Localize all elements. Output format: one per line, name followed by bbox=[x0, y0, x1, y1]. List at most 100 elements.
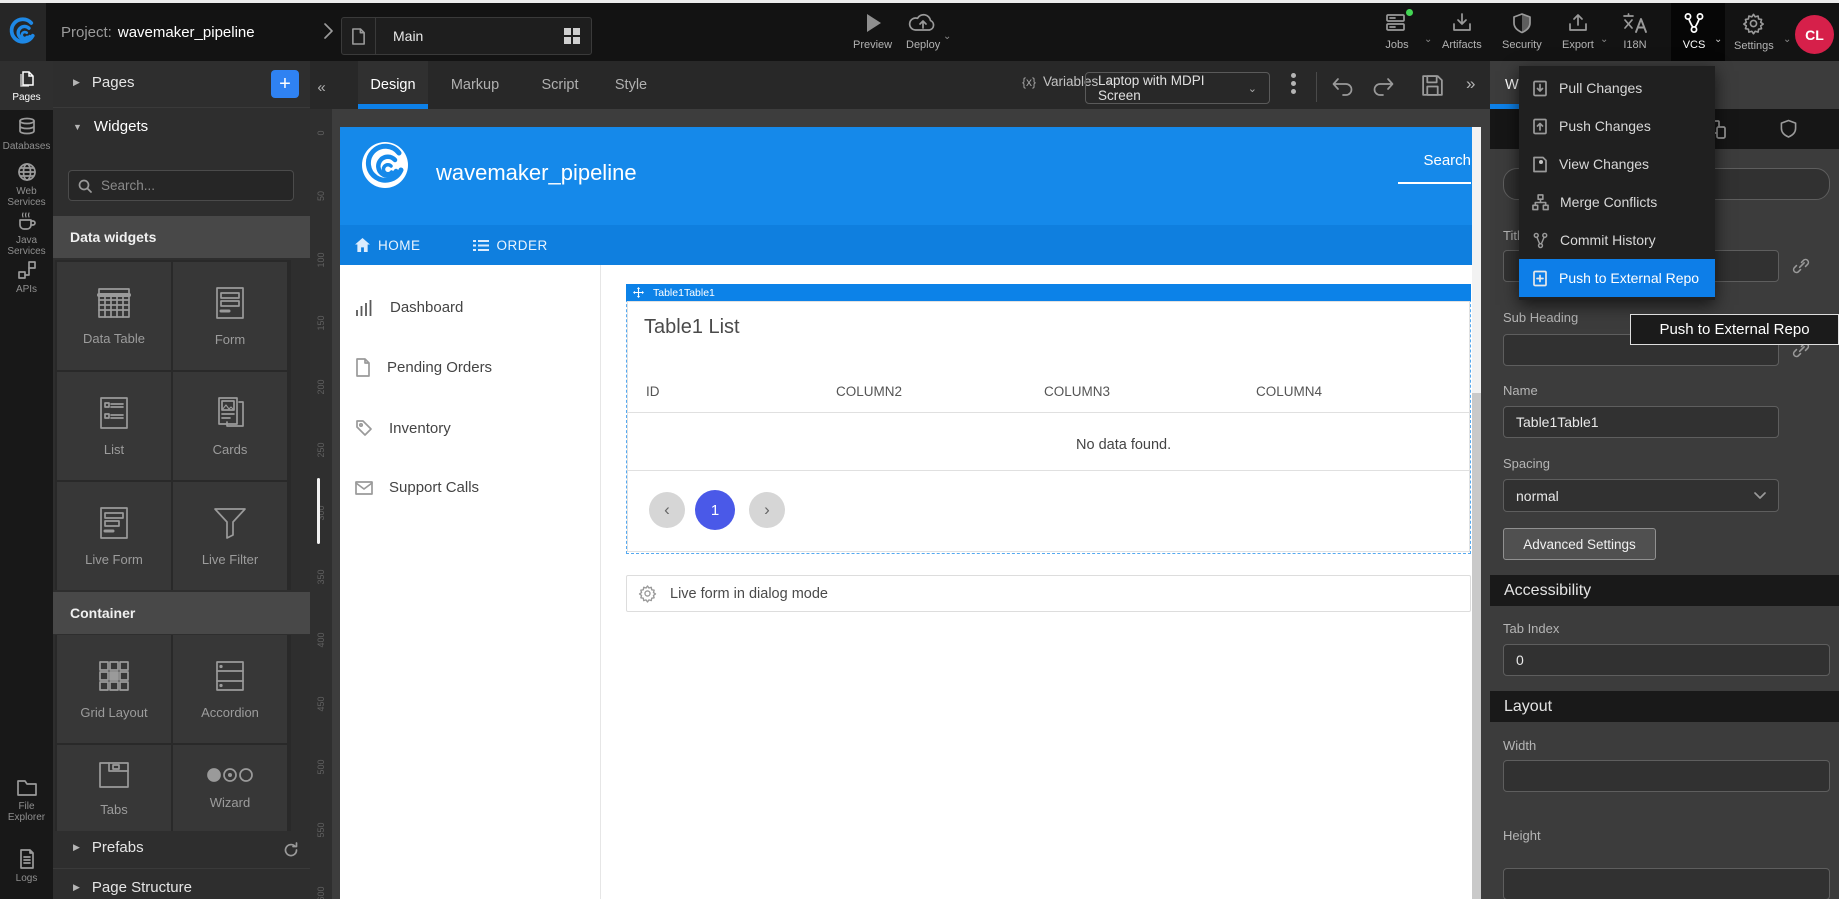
app-nav: HOME ORDER bbox=[340, 225, 1472, 265]
widget-card-list[interactable]: List bbox=[57, 372, 171, 480]
bind-title-link-icon[interactable] bbox=[1792, 257, 1810, 275]
rail-item-pages[interactable]: Pages bbox=[0, 61, 53, 110]
breadcrumb-chevron-icon[interactable] bbox=[318, 21, 338, 41]
collapse-panel-icon[interactable]: « bbox=[312, 72, 331, 102]
widget-selection-label[interactable]: Table1Table1 bbox=[626, 284, 1471, 301]
nav-item-order[interactable]: ORDER bbox=[473, 238, 548, 253]
menu-item-merge-conflicts[interactable]: Merge Conflicts bbox=[1519, 183, 1715, 221]
table-column-2[interactable]: COLUMN2 bbox=[836, 384, 902, 399]
wavemaker-logo[interactable] bbox=[0, 3, 46, 61]
menu-item-commit-history[interactable]: Commit History bbox=[1519, 221, 1715, 259]
ruler-tick: 50 bbox=[316, 181, 326, 211]
deploy-button[interactable]: Deploy bbox=[906, 12, 940, 51]
widget-card-grid-layout[interactable]: Grid Layout bbox=[57, 635, 171, 743]
pagination-prev-button[interactable]: ‹ bbox=[649, 492, 685, 528]
app-sidebar-item-pending-orders[interactable]: Pending Orders bbox=[355, 358, 492, 377]
tab-design[interactable]: Design bbox=[358, 61, 428, 109]
menu-item-push-to-external-repo[interactable]: Push to External Repo bbox=[1519, 259, 1715, 297]
theme-shield-icon[interactable] bbox=[1780, 119, 1797, 139]
expand-panel-icon[interactable]: » bbox=[1466, 74, 1475, 94]
widget-search-input[interactable] bbox=[99, 177, 269, 194]
settings-button[interactable]: Settings bbox=[1734, 12, 1774, 52]
export-chevron-icon[interactable]: ⌄ bbox=[1600, 34, 1608, 45]
menu-item-push-changes[interactable]: Push Changes bbox=[1519, 107, 1715, 145]
app-content-divider bbox=[600, 265, 601, 899]
table-column-id[interactable]: ID bbox=[646, 384, 660, 399]
panel-resize-handle[interactable] bbox=[317, 478, 320, 544]
group-container: Container bbox=[53, 592, 310, 634]
push-to-external-repo-tooltip: Push to External Repo bbox=[1630, 314, 1839, 345]
advanced-settings-button[interactable]: Advanced Settings bbox=[1503, 528, 1656, 560]
rail-item-file-explorer[interactable]: File Explorer bbox=[0, 777, 53, 823]
menu-item-view-changes[interactable]: View Changes bbox=[1519, 145, 1715, 183]
refresh-prefabs-icon[interactable] bbox=[283, 842, 299, 858]
app-search-link[interactable]: Search bbox=[1398, 152, 1471, 184]
security-button[interactable]: Security bbox=[1502, 12, 1542, 51]
redo-icon[interactable] bbox=[1370, 75, 1396, 97]
tab-markup[interactable]: Markup bbox=[438, 61, 512, 109]
app-sidebar-item-inventory[interactable]: Inventory bbox=[355, 419, 451, 437]
preview-button[interactable]: Preview bbox=[853, 12, 892, 51]
properties-tab-widget[interactable]: W bbox=[1505, 77, 1519, 93]
table-column-3[interactable]: COLUMN3 bbox=[1044, 384, 1110, 399]
app-sidebar-item-support-calls[interactable]: Support Calls bbox=[355, 479, 479, 496]
pagination-next-button[interactable]: › bbox=[749, 492, 785, 528]
vcs-button[interactable]: VCS bbox=[1682, 12, 1706, 51]
rail-item-logs[interactable]: Logs bbox=[0, 849, 53, 884]
rail-item-databases[interactable]: Databases bbox=[0, 117, 53, 152]
nav-item-home[interactable]: HOME bbox=[355, 238, 421, 253]
widget-card-cards[interactable]: Cards bbox=[173, 372, 287, 480]
tab-index-input[interactable] bbox=[1503, 644, 1830, 676]
ruler-tick: 250 bbox=[316, 435, 326, 465]
device-selector[interactable]: Laptop with MDPI Screen ⌄ bbox=[1085, 72, 1270, 104]
name-input[interactable] bbox=[1503, 406, 1779, 438]
height-input[interactable] bbox=[1503, 868, 1830, 899]
accessibility-section-header: Accessibility bbox=[1490, 575, 1839, 606]
vcs-branch-icon bbox=[1682, 12, 1706, 34]
rail-item-java-services[interactable]: Java Services bbox=[0, 211, 53, 257]
widget-search[interactable] bbox=[68, 170, 294, 201]
widget-card-live-form[interactable]: Live Form bbox=[57, 482, 171, 590]
save-icon[interactable] bbox=[1420, 73, 1445, 98]
widget-card-data-table[interactable]: Data Table bbox=[57, 262, 171, 370]
app-sidebar-item-dashboard[interactable]: Dashboard bbox=[355, 298, 463, 316]
rail-item-web-services[interactable]: Web Services bbox=[0, 162, 53, 208]
pages-section-header[interactable]: ▶ Pages bbox=[73, 74, 134, 91]
widget-card-live-filter[interactable]: Live Filter bbox=[173, 482, 287, 590]
export-button[interactable]: Export bbox=[1562, 12, 1594, 51]
expanded-arrow-icon: ▼ bbox=[73, 122, 82, 132]
widget-card-form[interactable]: Form bbox=[173, 262, 287, 370]
prefabs-section-header[interactable]: ▶ Prefabs bbox=[73, 839, 144, 856]
jobs-button[interactable]: Jobs bbox=[1385, 12, 1409, 51]
user-avatar[interactable]: CL bbox=[1795, 15, 1834, 54]
width-input[interactable] bbox=[1503, 760, 1830, 792]
vcs-chevron-icon[interactable]: ⌄ bbox=[1714, 34, 1722, 45]
pages-grid-icon[interactable] bbox=[563, 27, 581, 45]
settings-label: Settings bbox=[1734, 40, 1774, 52]
table-column-4[interactable]: COLUMN4 bbox=[1256, 384, 1322, 399]
tab-script[interactable]: Script bbox=[524, 61, 596, 109]
widgets-section-header[interactable]: ▼ Widgets bbox=[73, 118, 148, 135]
open-page-tab[interactable]: Main bbox=[341, 17, 592, 55]
rail-item-apis[interactable]: APIs bbox=[0, 260, 53, 295]
add-page-button[interactable]: + bbox=[271, 70, 299, 98]
tab-style[interactable]: Style bbox=[602, 61, 660, 109]
canvas-scrollbar-thumb[interactable] bbox=[1472, 127, 1481, 393]
api-nodes-icon bbox=[17, 260, 37, 280]
live-form-dialog-widget[interactable]: Live form in dialog mode bbox=[626, 575, 1471, 612]
pagination-page-1[interactable]: 1 bbox=[695, 490, 735, 530]
jobs-chevron-icon[interactable]: ⌄ bbox=[1424, 34, 1432, 45]
group-data-widgets: Data widgets bbox=[53, 216, 310, 258]
spacing-select[interactable]: normal bbox=[1503, 479, 1779, 512]
page-structure-section-header[interactable]: ▶ Page Structure bbox=[73, 879, 192, 896]
undo-icon[interactable] bbox=[1330, 75, 1356, 97]
widget-card-wizard[interactable]: Wizard bbox=[173, 745, 287, 831]
i18n-button[interactable]: I18N bbox=[1622, 12, 1648, 51]
settings-chevron-icon[interactable]: ⌄ bbox=[1783, 34, 1791, 45]
artifacts-button[interactable]: Artifacts bbox=[1442, 12, 1482, 51]
more-options-kebab-icon[interactable] bbox=[1291, 73, 1296, 94]
widget-card-accordion[interactable]: Accordion bbox=[173, 635, 287, 743]
widget-card-tabs[interactable]: Tabs bbox=[57, 745, 171, 831]
menu-item-pull-changes[interactable]: Pull Changes bbox=[1519, 69, 1715, 107]
deploy-chevron-icon[interactable]: ⌄ bbox=[943, 31, 951, 42]
